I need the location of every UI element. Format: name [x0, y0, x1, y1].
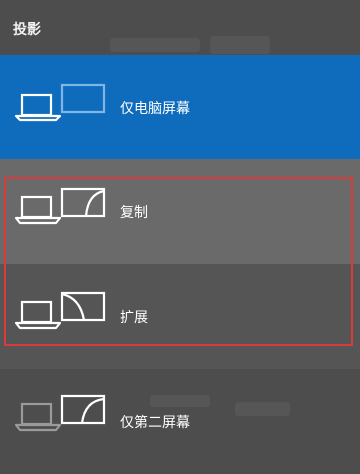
- pc-screen-only-icon: [14, 55, 108, 160]
- option-duplicate[interactable]: 复制: [0, 159, 360, 264]
- option-pc-screen-only[interactable]: 仅电脑屏幕: [0, 55, 360, 160]
- option-second-screen-only[interactable]: 仅第二屏幕: [0, 369, 360, 474]
- option-label: 扩展: [120, 309, 148, 326]
- extend-icon: [14, 264, 108, 369]
- option-extend[interactable]: 扩展: [0, 264, 360, 369]
- panel-title: 投影: [13, 22, 41, 38]
- option-label: 仅电脑屏幕: [120, 100, 190, 117]
- duplicate-icon: [14, 159, 108, 264]
- option-label: 仅第二屏幕: [120, 414, 190, 431]
- second-screen-only-icon: [14, 369, 108, 474]
- option-label: 复制: [120, 204, 148, 221]
